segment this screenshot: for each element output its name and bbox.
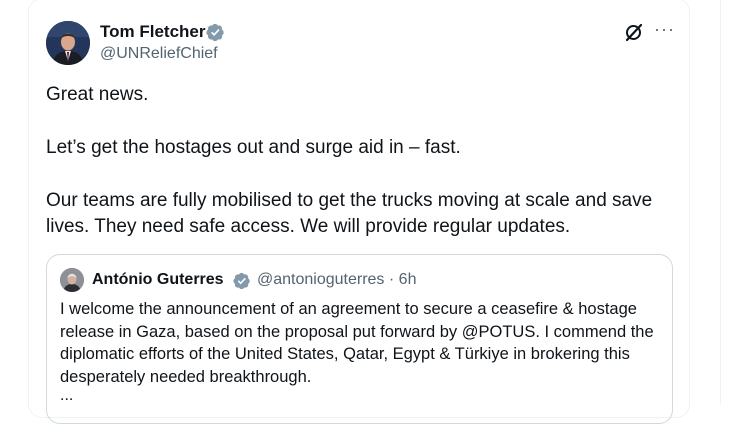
quoted-tweet-text: I welcome the announcement of an agreeme… bbox=[60, 300, 654, 386]
quoted-author-avatar[interactable] bbox=[60, 268, 84, 292]
quoted-tweet-meta: @antonioguterres · 6h bbox=[257, 270, 416, 290]
author-name[interactable]: Tom Fletcher bbox=[100, 21, 205, 43]
meta-separator: · bbox=[388, 271, 395, 288]
tweet-paragraph: Our teams are fully mobilised to get the… bbox=[46, 190, 653, 237]
verified-badge-icon bbox=[233, 272, 250, 290]
more-options-icon[interactable]: ··· bbox=[654, 19, 675, 39]
column-divider bbox=[720, 0, 721, 404]
author-handle[interactable]: @UNReliefChief bbox=[100, 44, 218, 64]
quoted-author-handle[interactable]: @antonioguterres bbox=[257, 271, 384, 288]
tweet-text: Great news. Let’s get the hostages out a… bbox=[46, 82, 686, 240]
grok-icon[interactable] bbox=[624, 22, 644, 42]
tweet-paragraph: Great news. bbox=[46, 84, 149, 105]
tweet-paragraph: Let’s get the hostages out and surge aid… bbox=[46, 137, 461, 158]
quoted-tweet-time[interactable]: 6h bbox=[399, 271, 417, 288]
verified-badge-icon[interactable] bbox=[206, 23, 225, 42]
quoted-author-name[interactable]: António Guterres bbox=[92, 270, 224, 290]
author-avatar[interactable] bbox=[46, 21, 90, 65]
quoted-tweet-truncation: ... bbox=[60, 387, 74, 404]
